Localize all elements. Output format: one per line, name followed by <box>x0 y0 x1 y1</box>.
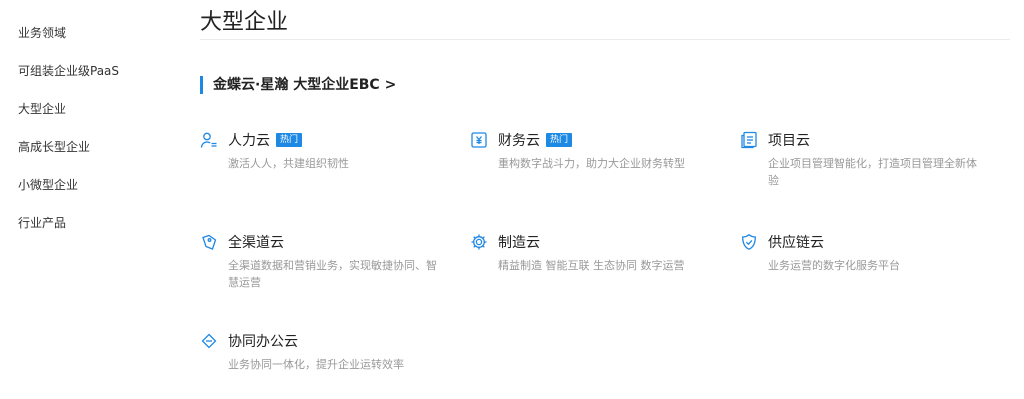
card-description: 重构数字战斗力，助力大企业财务转型 <box>498 157 685 170</box>
card-description: 全渠道数据和营销业务，实现敏捷协同、智慧运营 <box>228 259 437 289</box>
card-title[interactable]: 协同办公云 <box>228 331 298 351</box>
card-title[interactable]: 项目云 <box>768 130 810 150</box>
card-title-text: 全渠道云 <box>228 235 284 251</box>
main-content: 大型企业 金蝶云·星瀚 大型企业EBC > 人力云 热门 激活人人，共建组织韧性 <box>200 0 1010 399</box>
card-title[interactable]: 制造云 <box>498 232 540 252</box>
sidebar: 业务领域 可组装企业级PaaS 大型企业 高成长型企业 小微型企业 行业产品 <box>0 0 180 399</box>
finance-icon <box>470 131 488 149</box>
document-icon <box>740 131 758 149</box>
card-title-text: 制造云 <box>498 235 540 251</box>
card-title-text: 财务云 <box>498 133 540 149</box>
sidebar-item-high-growth[interactable]: 高成长型企业 <box>18 138 90 155</box>
sidebar-item-industry[interactable]: 行业产品 <box>18 214 66 231</box>
product-line-link[interactable]: 金蝶云·星瀚 大型企业EBC > <box>200 76 396 94</box>
shield-icon <box>740 233 758 251</box>
card-title[interactable]: 全渠道云 <box>228 232 284 252</box>
tag-icon <box>200 233 218 251</box>
card-title[interactable]: 供应链云 <box>768 232 824 252</box>
card-description: 业务运营的数字化服务平台 <box>768 259 900 272</box>
diamond-icon <box>200 332 218 350</box>
card-title-text: 供应链云 <box>768 235 824 251</box>
title-divider <box>200 39 1010 40</box>
gear-icon <box>470 233 488 251</box>
person-icon <box>200 131 218 149</box>
sidebar-item-small-micro[interactable]: 小微型企业 <box>18 176 78 193</box>
sidebar-item-business-domain[interactable]: 业务领域 <box>18 24 66 41</box>
card-description: 企业项目管理智能化，打造项目管理全新体验 <box>768 157 977 187</box>
card-title-text: 协同办公云 <box>228 334 298 350</box>
sidebar-item-paas[interactable]: 可组装企业级PaaS <box>18 62 119 79</box>
card-title[interactable]: 人力云 热门 <box>228 130 303 150</box>
card-title-text: 人力云 <box>228 133 270 149</box>
card-description: 业务协同一体化，提升企业运转效率 <box>228 358 404 371</box>
card-description: 激活人人，共建组织韧性 <box>228 157 349 170</box>
hot-badge: 热门 <box>276 133 303 147</box>
hot-badge: 热门 <box>546 133 573 147</box>
page-title: 大型企业 <box>200 10 289 35</box>
sidebar-item-large-enterprise[interactable]: 大型企业 <box>18 100 66 117</box>
card-title-text: 项目云 <box>768 133 810 149</box>
card-description: 精益制造 智能互联 生态协同 数字运营 <box>498 259 685 272</box>
card-title[interactable]: 财务云 热门 <box>498 130 573 150</box>
